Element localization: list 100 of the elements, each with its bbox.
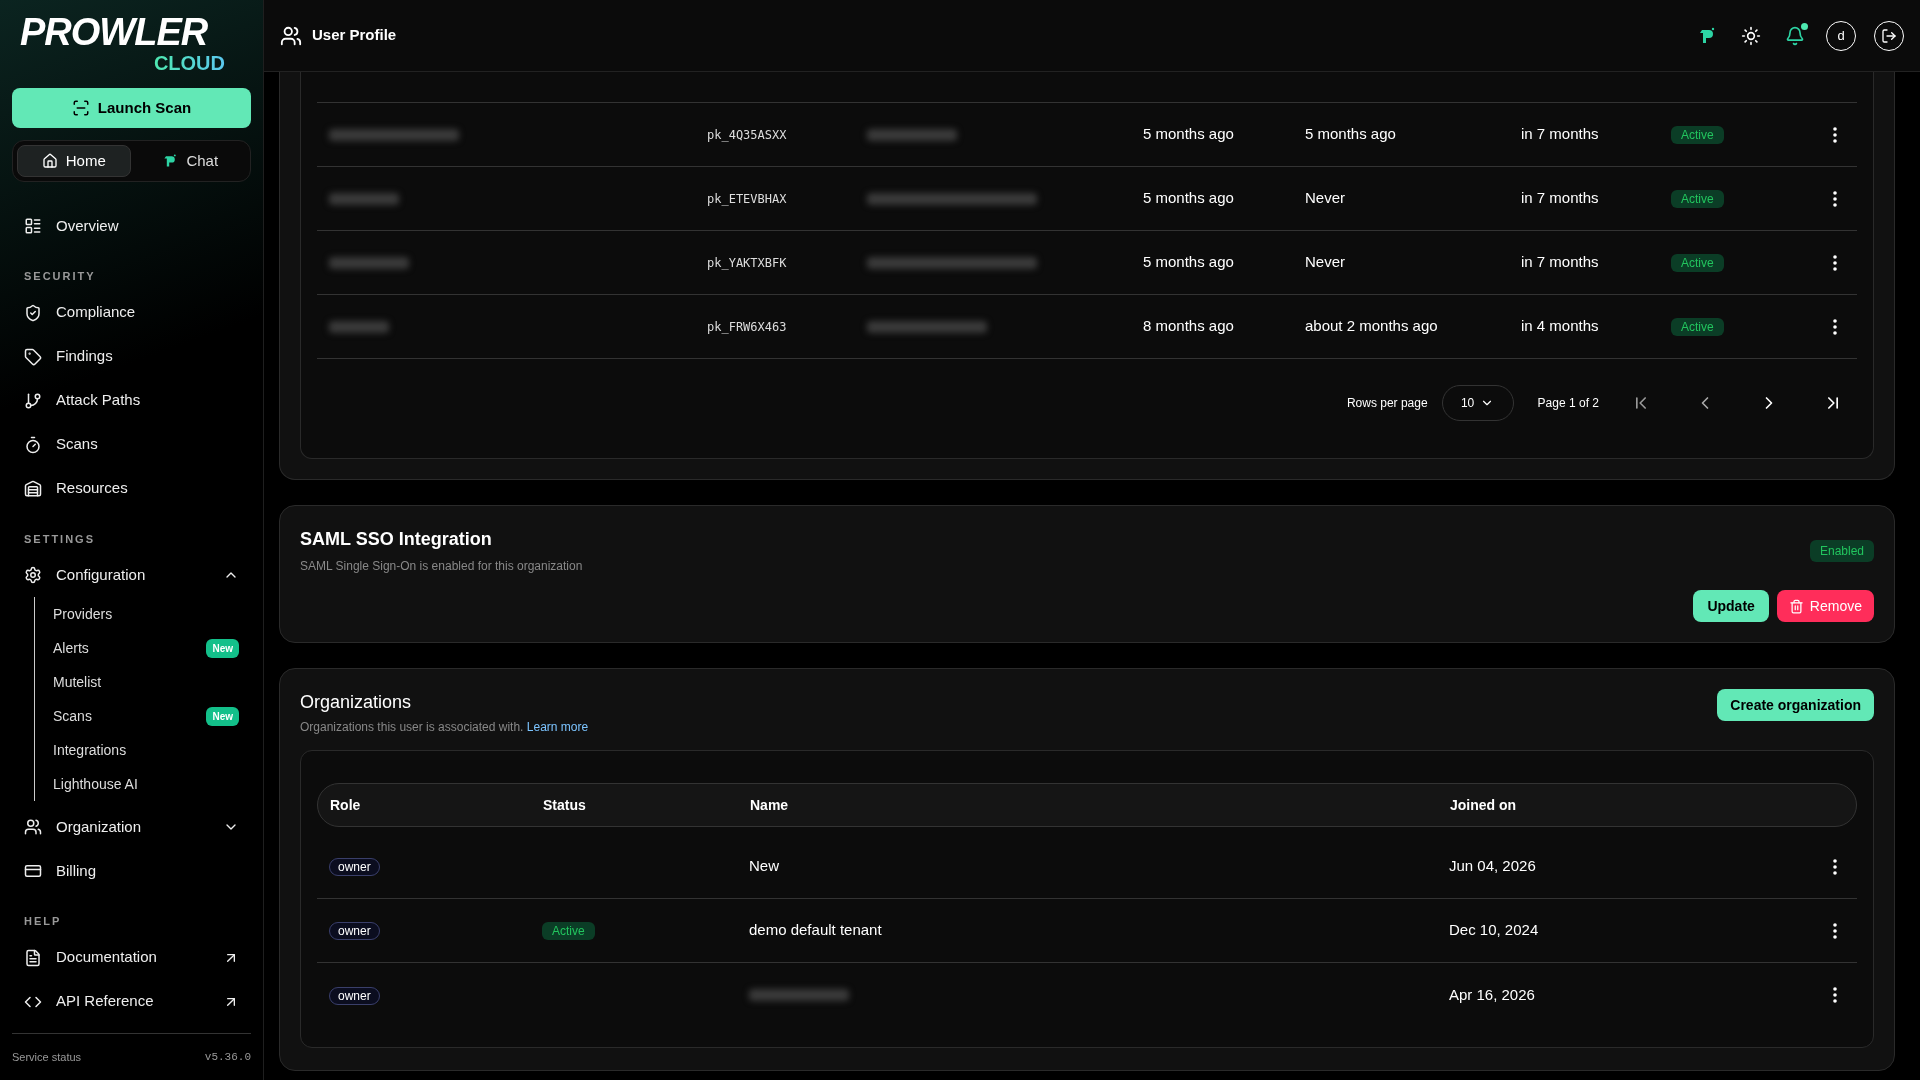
row-menu-button[interactable]	[1833, 858, 1837, 875]
new-badge: New	[206, 638, 239, 658]
status-badge: Active	[542, 922, 595, 941]
document-icon	[24, 948, 42, 967]
column-heading: Status	[543, 796, 586, 813]
nav-item[interactable]: Compliance	[24, 290, 239, 335]
created-cell-text: 5 months ago	[1143, 252, 1235, 273]
expires-cell-text: in 7 months	[1521, 124, 1600, 145]
nav-subitem[interactable]: Scans New	[53, 699, 239, 733]
role-badge: owner	[329, 858, 380, 877]
expires-cell-text: in 7 months	[1521, 252, 1600, 273]
nav-subitem[interactable]: Mutelist	[53, 665, 239, 699]
name-cell: New	[749, 857, 779, 875]
version-label: v5.36.0	[204, 1049, 251, 1065]
expires-cell-text: in 7 months	[1521, 188, 1600, 209]
key-cell-text: pk_ETEVBHAX	[707, 190, 788, 208]
remove-button[interactable]: Remove	[1776, 590, 1874, 622]
status-badge: Active	[1671, 254, 1724, 273]
sun-icon	[1741, 25, 1761, 46]
home-icon	[41, 153, 58, 169]
more-icon	[1833, 254, 1837, 271]
branch-icon	[24, 391, 42, 410]
nav-item[interactable]: Configuration	[24, 553, 239, 597]
nav-item[interactable]: API Reference	[24, 979, 239, 1024]
last-used-cell-text: Never	[1305, 188, 1346, 209]
settings-icon	[24, 566, 42, 584]
logout-icon	[1881, 27, 1897, 44]
column-heading: Joined on	[1450, 796, 1517, 813]
nav-item[interactable]: Resources	[24, 466, 239, 511]
more-icon	[1833, 190, 1837, 207]
expires-cell-text: in 4 months	[1521, 316, 1600, 337]
created-cell-text: 8 months ago	[1143, 316, 1235, 337]
row-menu-button[interactable]	[1833, 254, 1837, 271]
created-cell-text: 5 months ago	[1143, 124, 1235, 145]
create-organization-button[interactable]: Create organization	[1717, 689, 1874, 721]
more-icon	[1833, 987, 1837, 1003]
nav-subitem[interactable]: Providers	[53, 597, 239, 631]
nav-subitem[interactable]: Integrations	[53, 733, 239, 767]
nav-item[interactable]: Attack Paths	[24, 378, 239, 423]
card-subtitle: Organizations this user is associated with. Learn more	[300, 719, 589, 736]
nav-tab[interactable]: Chat	[134, 145, 246, 177]
page-title: User Profile	[312, 25, 397, 46]
row-menu-button[interactable]	[1833, 190, 1837, 207]
rows-per-page-label: Rows per page	[1346, 395, 1428, 412]
nav-item[interactable]: Scans	[24, 422, 239, 467]
row-menu-button[interactable]	[1833, 318, 1837, 335]
key-cell-text: pk_YAKTXBFK	[707, 254, 788, 272]
key-cell-text: pk_FRW6X463	[707, 318, 788, 336]
logo-wordmark: PROWLER	[20, 12, 208, 52]
last-used-cell-text: Never	[1305, 252, 1346, 273]
page-indicator: Page 1 of 2	[1537, 395, 1599, 412]
p-logo-icon	[1697, 25, 1717, 46]
service-status-link[interactable]: Service status	[12, 1048, 82, 1066]
status-badge: Active	[1671, 318, 1724, 337]
redacted-text	[329, 192, 399, 205]
trash-icon	[1788, 598, 1804, 614]
new-badge: New	[206, 706, 239, 726]
column-heading: Role	[330, 796, 361, 813]
joined-cell: Apr 16, 2026	[1449, 985, 1535, 1003]
card-title: Organizations	[300, 691, 413, 714]
more-icon	[1833, 318, 1837, 335]
learn-more-link[interactable]: Learn more	[526, 720, 589, 734]
bell-icon	[1785, 25, 1805, 46]
scan-icon	[71, 99, 90, 117]
row-menu-button[interactable]	[1833, 987, 1837, 1003]
card-title: SAML SSO Integration	[300, 528, 493, 551]
name-cell: demo default tenant	[749, 921, 882, 939]
more-icon	[1833, 126, 1837, 143]
joined-cell: Jun 04, 2026	[1449, 857, 1536, 875]
launch-scan-button[interactable]: Launch Scan	[12, 88, 251, 128]
nav-item[interactable]: Organization	[24, 805, 239, 849]
building-icon	[24, 479, 42, 498]
update-button[interactable]: Update	[1693, 590, 1769, 622]
role-badge: owner	[329, 922, 380, 941]
nav-item[interactable]: Findings	[24, 334, 239, 379]
role-badge: owner	[329, 986, 380, 1005]
p-logo-icon	[162, 153, 179, 169]
users-icon	[280, 24, 302, 47]
card-icon	[24, 862, 42, 880]
tag-icon	[24, 347, 42, 366]
more-icon	[1833, 858, 1837, 875]
key-cell-text: pk_4Q35ASXX	[707, 126, 788, 144]
row-menu-button[interactable]	[1833, 922, 1837, 939]
nav-subitem[interactable]: Lighthouse AI	[53, 767, 239, 801]
status-badge: Active	[1671, 190, 1724, 209]
created-cell-text: 5 months ago	[1143, 188, 1235, 209]
nav-subitem[interactable]: Alerts New	[53, 631, 239, 665]
section-heading: HELP	[24, 914, 63, 929]
joined-cell: Dec 10, 2024	[1449, 921, 1539, 939]
status-badge: Active	[1671, 126, 1724, 145]
nav-item[interactable]: Billing	[24, 849, 239, 893]
nav-item[interactable]: Overview	[24, 204, 239, 248]
timer-icon	[24, 435, 42, 454]
last-used-cell-text: about 2 months ago	[1305, 316, 1439, 337]
list-icon	[24, 217, 42, 235]
nav-item[interactable]: Documentation	[24, 935, 239, 980]
nav-tab[interactable]: Home	[17, 145, 131, 177]
more-icon	[1833, 922, 1837, 939]
row-menu-button[interactable]	[1833, 126, 1837, 143]
users-icon	[24, 818, 42, 836]
